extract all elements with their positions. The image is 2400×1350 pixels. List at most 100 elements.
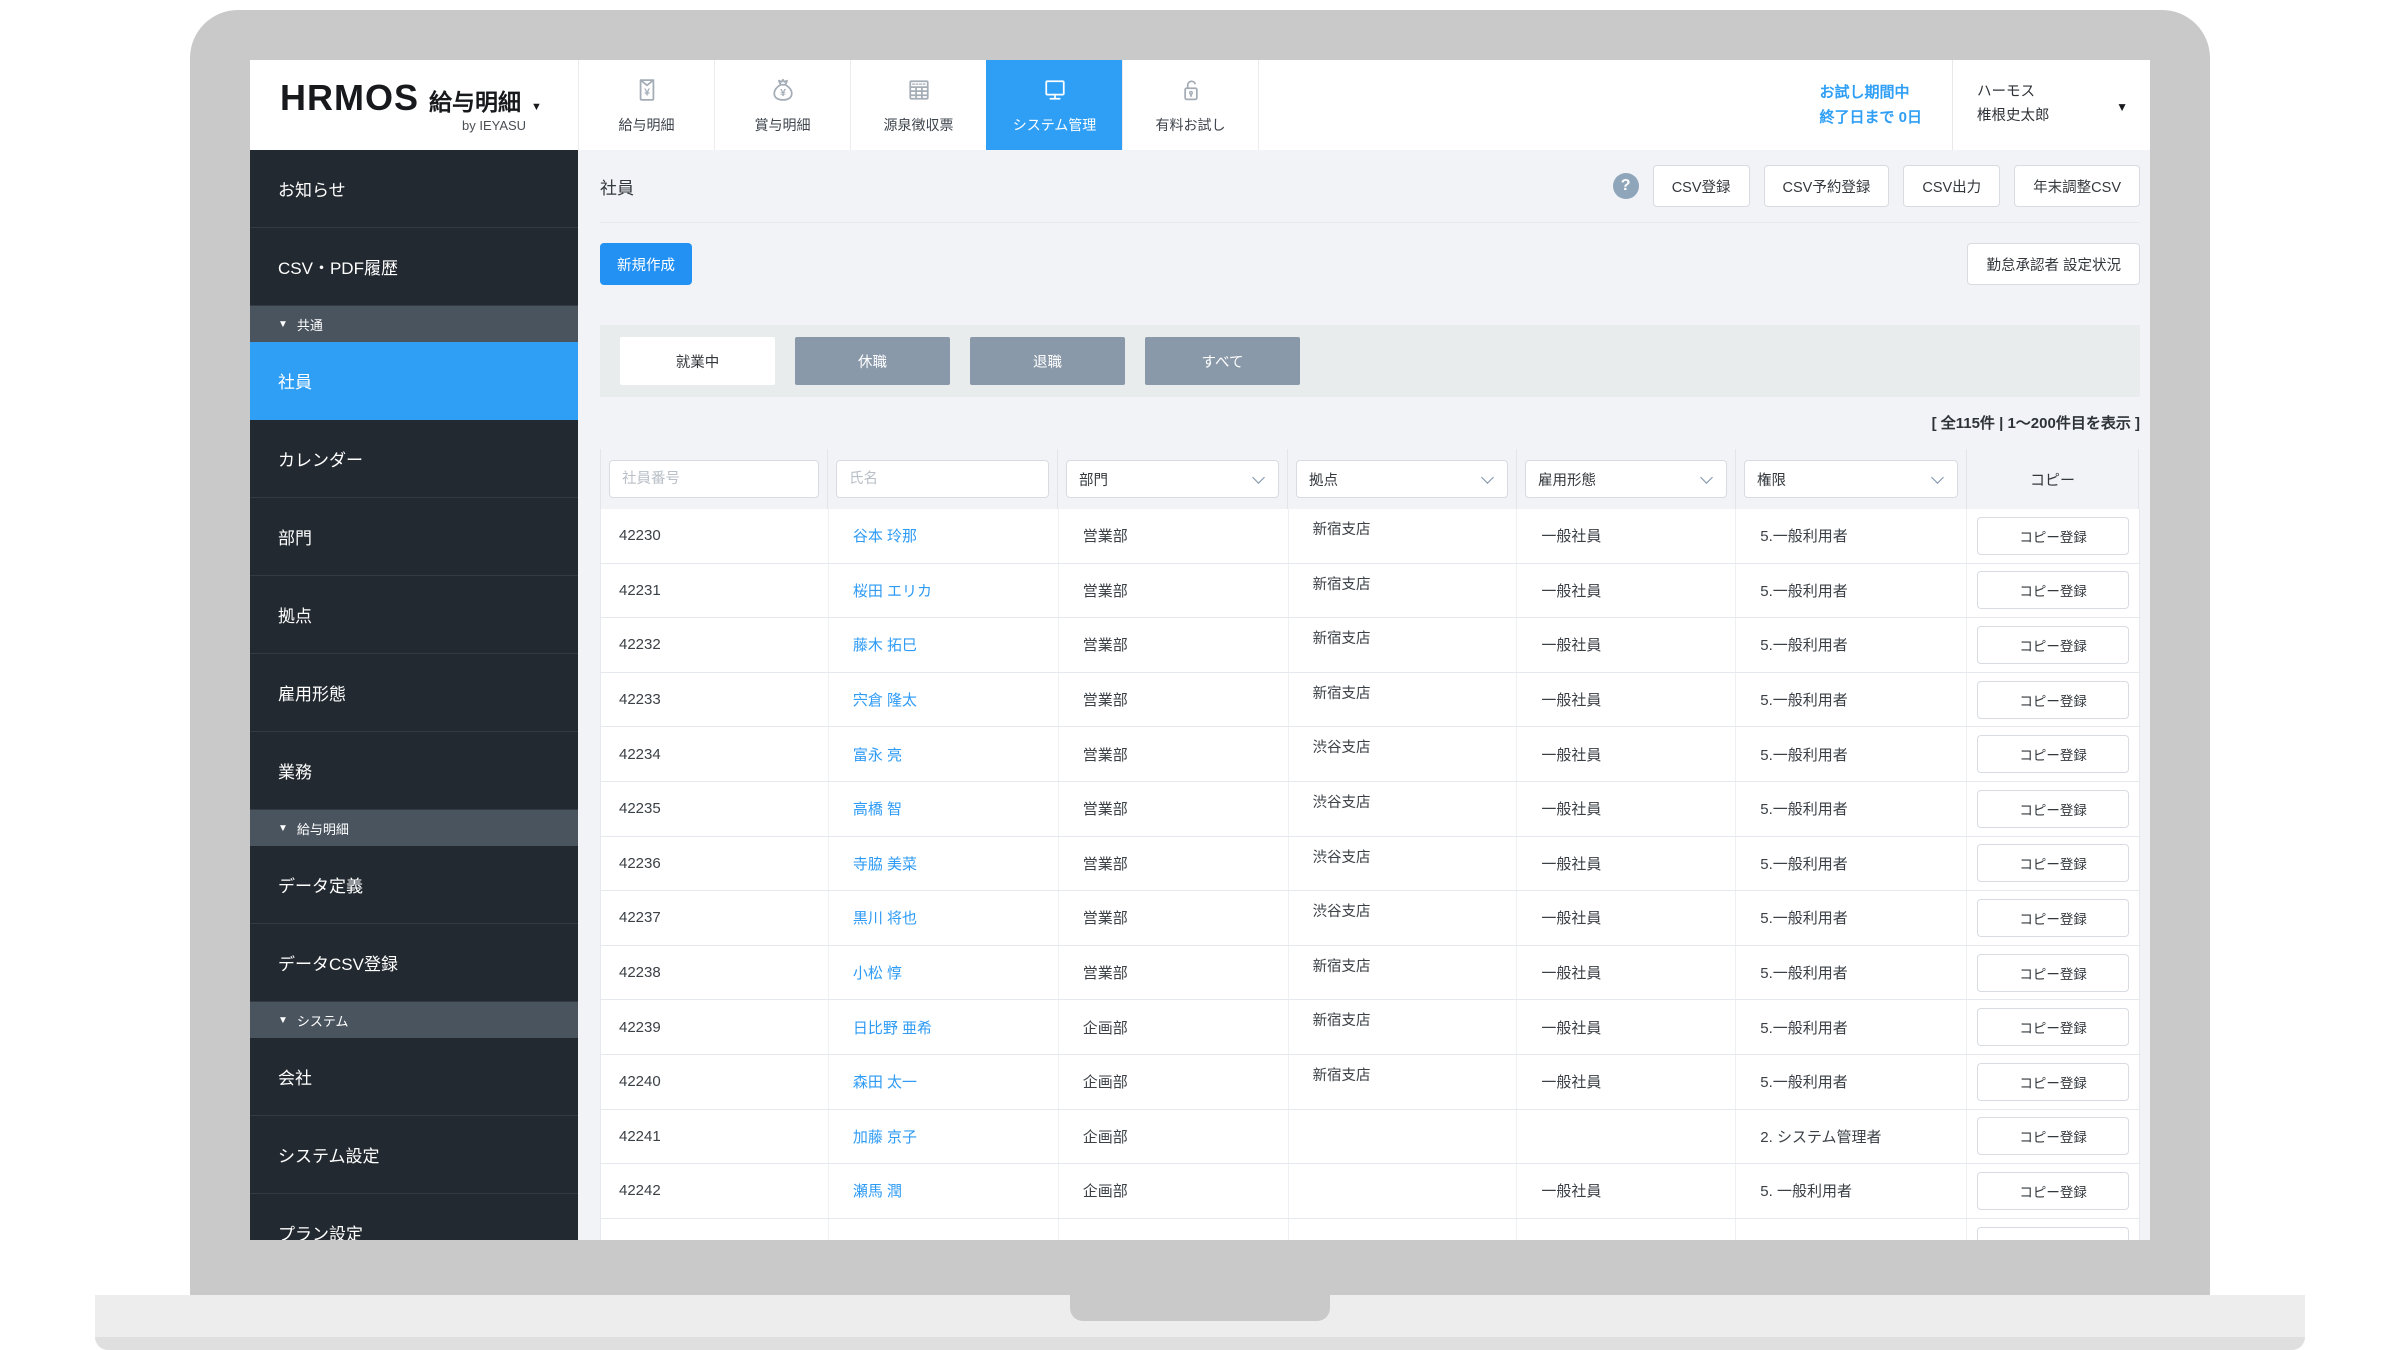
sidebar-item-8[interactable]: 業務: [250, 732, 578, 810]
nav-tab-1[interactable]: ¥賞与明細: [714, 60, 850, 150]
cell-department: 営業部: [1059, 727, 1289, 781]
nav-tab-0[interactable]: ¥給与明細: [578, 60, 714, 150]
copy-register-button[interactable]: コピー登録: [1977, 1008, 2129, 1046]
cell-name: 森田 太一: [829, 1055, 1059, 1109]
copy-register-button[interactable]: コピー登録: [1977, 1172, 2129, 1210]
employee-name-link[interactable]: 高橋 智: [853, 798, 902, 819]
csv-button-2[interactable]: CSV出力: [1903, 165, 2000, 207]
csv-button-3[interactable]: 年末調整CSV: [2014, 165, 2140, 207]
csv-button-1[interactable]: CSV予約登録: [1764, 165, 1890, 207]
create-button[interactable]: 新規作成: [600, 243, 692, 285]
sidebar-section-9[interactable]: ▼給与明細: [250, 810, 578, 846]
sidebar-item-13[interactable]: 会社: [250, 1038, 578, 1116]
laptop-screen: HRMOS 給与明細 ▼ by IEYASU ¥給与明細¥賞与明細源泉徴収票シス…: [250, 60, 2150, 1240]
copy-register-button[interactable]: コピー登録: [1977, 1063, 2129, 1101]
employee-name-link[interactable]: 桜田 エリカ: [853, 580, 932, 601]
employee-name-link[interactable]: 小松 惇: [853, 962, 902, 983]
nav-tab-2[interactable]: 源泉徴収票: [850, 60, 986, 150]
user-caret-icon[interactable]: ▼: [2116, 98, 2128, 118]
cell-employment-type: [1517, 1219, 1736, 1240]
app-body: お知らせCSV・PDF履歴▼共通社員カレンダー部門拠点雇用形態業務▼給与明細デー…: [250, 150, 2150, 1240]
attendance-approver-button[interactable]: 勤怠承認者 設定状況: [1967, 243, 2140, 285]
sidebar-item-label: プラン設定: [278, 1220, 363, 1240]
cell-name: 谷本 玲那: [829, 509, 1059, 563]
nav-tabs: ¥給与明細¥賞与明細源泉徴収票システム管理有料お試し: [578, 60, 1259, 150]
employee-name-link[interactable]: 日比野 亜希: [853, 1017, 932, 1038]
cell-name: 黒川 将也: [829, 891, 1059, 945]
sidebar-section-2[interactable]: ▼共通: [250, 306, 578, 342]
copy-register-button[interactable]: コピー登録: [1977, 571, 2129, 609]
employee-name-link[interactable]: 宍倉 隆太: [853, 689, 917, 710]
copy-register-button[interactable]: コピー登録: [1977, 899, 2129, 937]
employee-name-link[interactable]: 藤木 拓巳: [853, 634, 917, 655]
cell-role: [1736, 1219, 1967, 1240]
user-menu[interactable]: ハーモス 椎根史太郎 ▼: [1952, 60, 2150, 150]
copy-register-button[interactable]: コピー登録: [1977, 1227, 2129, 1240]
copy-register-button[interactable]: コピー登録: [1977, 517, 2129, 555]
copy-register-button[interactable]: コピー登録: [1977, 954, 2129, 992]
employee-name-link[interactable]: 加藤 京子: [853, 1126, 917, 1147]
csv-buttons: CSV登録 CSV予約登録 CSV出力年末調整CSV: [1653, 165, 2140, 207]
cell-department: 企画部: [1059, 1110, 1289, 1164]
employment-type-filter-select[interactable]: 雇用形態: [1525, 460, 1727, 498]
sidebar-item-0[interactable]: お知らせ: [250, 150, 578, 228]
logo-caret-icon[interactable]: ▼: [531, 101, 542, 113]
cell-department: 営業部: [1059, 673, 1289, 727]
nav-tab-4[interactable]: 有料お試し: [1122, 60, 1259, 150]
status-tab-1[interactable]: 休職: [795, 337, 950, 385]
sidebar-item-10[interactable]: データ定義: [250, 846, 578, 924]
cell-name: 藤木 拓巳: [829, 618, 1059, 672]
name-filter-input[interactable]: [836, 460, 1049, 498]
nav-tab-3[interactable]: システム管理: [986, 60, 1122, 150]
cell-branch: 新宿支店: [1289, 946, 1518, 1000]
copy-register-button[interactable]: コピー登録: [1977, 681, 2129, 719]
cell-employment-type: 一般社員: [1517, 946, 1736, 1000]
copy-register-button[interactable]: コピー登録: [1977, 790, 2129, 828]
cell-employment-type: 一般社員: [1517, 509, 1736, 563]
cell-employment-type: 一般社員: [1517, 891, 1736, 945]
status-tab-3[interactable]: すべて: [1145, 337, 1300, 385]
cell-role: 5.一般利用者: [1736, 946, 1967, 1000]
sidebar-item-14[interactable]: システム設定: [250, 1116, 578, 1194]
copy-register-button[interactable]: コピー登録: [1977, 735, 2129, 773]
role-filter-select[interactable]: 権限: [1744, 460, 1958, 498]
status-tab-2[interactable]: 退職: [970, 337, 1125, 385]
help-icon[interactable]: ?: [1613, 173, 1639, 199]
table-row: 42238小松 惇営業部新宿支店一般社員5.一般利用者コピー登録: [601, 946, 2139, 1001]
employee-no-filter-input[interactable]: [609, 460, 819, 498]
employee-name-link[interactable]: 黒川 将也: [853, 907, 917, 928]
sidebar-item-label: データCSV登録: [278, 950, 398, 975]
sidebar-item-7[interactable]: 雇用形態: [250, 654, 578, 732]
actions-row: 新規作成 勤怠承認者 設定状況: [600, 243, 2140, 285]
status-tab-0[interactable]: 就業中: [620, 337, 775, 385]
employee-name-link[interactable]: 森田 太一: [853, 1071, 917, 1092]
branch-filter-select[interactable]: 拠点: [1296, 460, 1508, 498]
employee-name-link[interactable]: 瀬馬 潤: [853, 1180, 902, 1201]
sidebar-item-4[interactable]: カレンダー: [250, 420, 578, 498]
cell-employee-no: 42230: [601, 509, 829, 563]
cell-name: 小松 惇: [829, 946, 1059, 1000]
cell-employment-type: 一般社員: [1517, 618, 1736, 672]
copy-register-button[interactable]: コピー登録: [1977, 844, 2129, 882]
app-logo[interactable]: HRMOS 給与明細 ▼ by IEYASU: [250, 60, 578, 150]
sidebar-item-label: 部門: [278, 524, 312, 549]
department-filter-select[interactable]: 部門: [1066, 460, 1279, 498]
csv-button-0[interactable]: CSV登録: [1653, 165, 1750, 207]
sidebar-item-label: カレンダー: [278, 446, 363, 471]
cell-employment-type: [1517, 1110, 1736, 1164]
copy-register-button[interactable]: コピー登録: [1977, 626, 2129, 664]
sidebar-item-15[interactable]: プラン設定: [250, 1194, 578, 1240]
sidebar-item-5[interactable]: 部門: [250, 498, 578, 576]
sidebar-item-6[interactable]: 拠点: [250, 576, 578, 654]
sidebar-section-12[interactable]: ▼システム: [250, 1002, 578, 1038]
employee-name-link[interactable]: 富永 亮: [853, 744, 902, 765]
sidebar-item-3[interactable]: 社員: [250, 342, 578, 420]
cell-copy: コピー登録: [1967, 1219, 2139, 1240]
employee-name-link[interactable]: 谷本 玲那: [853, 525, 917, 546]
sidebar-item-11[interactable]: データCSV登録: [250, 924, 578, 1002]
copy-register-button[interactable]: コピー登録: [1977, 1117, 2129, 1155]
table-row: 42231桜田 エリカ営業部新宿支店一般社員5.一般利用者コピー登録: [601, 564, 2139, 619]
nav-tab-label: 賞与明細: [755, 115, 811, 135]
sidebar-item-1[interactable]: CSV・PDF履歴: [250, 228, 578, 306]
employee-name-link[interactable]: 寺脇 美菜: [853, 853, 917, 874]
